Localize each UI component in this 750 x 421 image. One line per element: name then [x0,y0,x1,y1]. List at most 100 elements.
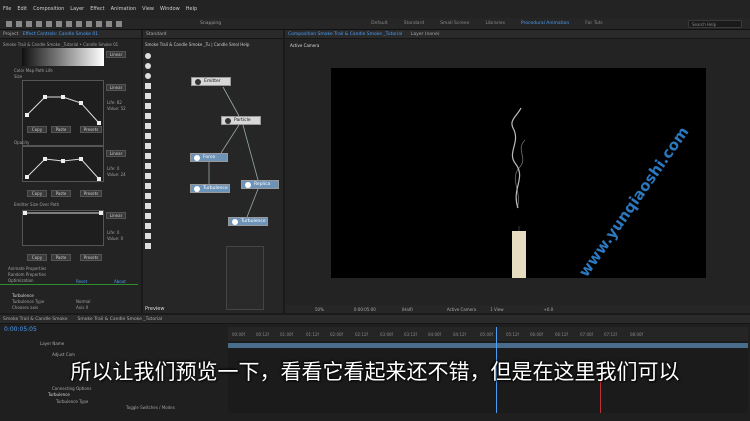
node-turbulence-1[interactable]: Turbulence [190,184,230,193]
work-area-bar[interactable] [228,343,748,348]
menu-window[interactable]: Window [160,6,180,12]
menu-effect[interactable]: Effect [90,6,104,12]
tab-project[interactable]: Project [3,32,18,37]
size-curve [25,95,101,125]
opacity-life: Life: 0 [107,166,120,171]
menu-edit[interactable]: Edit [17,6,27,12]
effect-reset[interactable]: Reset [76,279,87,284]
camera-select[interactable]: Active Camera [447,307,476,312]
layer-connecting-options[interactable]: Connecting Options [52,386,91,391]
node-particle[interactable]: Particle [221,116,261,125]
tab-composition[interactable]: Composition Smoke Trail & Candle Smoke _… [288,32,402,37]
workspace-small-screen[interactable]: Small Screen [440,21,469,26]
node-emitter[interactable]: Emitter [191,77,231,86]
menu-layer[interactable]: Layer [70,6,84,12]
opacity-paste-button[interactable]: Paste [51,190,71,197]
prop-axis: Chooses axis [12,305,39,310]
menu-view[interactable]: View [142,6,154,12]
prop-turbulence-type-value[interactable]: Normal [76,299,90,304]
section-opacity[interactable]: Opacity [14,140,29,145]
tick-12: 06:00f [530,332,543,337]
size-mode-button[interactable]: Linear [106,84,126,91]
preview-label[interactable]: Preview [145,306,164,312]
layer-thumbnail [226,246,264,310]
tick-6: 03:00f [380,332,393,337]
workspace-standard[interactable]: Standard [404,21,424,26]
search-help-input[interactable]: Search Help [688,20,742,28]
opacity-copy-button[interactable]: Copy [27,190,47,197]
animate-properties[interactable]: Animate Properties [8,266,46,271]
tick-9: 04:12f [453,332,466,337]
optimization[interactable]: Optimization [8,278,34,283]
node-force[interactable]: Force [190,153,228,162]
menu-composition[interactable]: Composition [33,6,64,12]
tick-11: 05:12f [506,332,519,337]
size-graph[interactable] [22,80,104,146]
tab-layer[interactable]: Layer (none) [411,32,440,37]
emitter-paste-button[interactable]: Paste [51,254,71,261]
zoom-select[interactable]: 50% [315,307,324,312]
candle-body [512,231,526,279]
effect-about[interactable]: About [114,279,126,284]
opacity-graph[interactable] [22,146,104,182]
section-emitter-size[interactable]: Emitter Size Over Path [14,202,59,207]
color-gradient[interactable] [22,48,104,66]
emitter-life: Life: 0 [107,230,120,235]
section-size[interactable]: Size [14,74,22,79]
tick-3: 01:12f [306,332,319,337]
size-paste-button[interactable]: Paste [51,126,71,133]
opacity-curve [25,157,101,181]
size-presets-button[interactable]: Presets [80,126,102,133]
emitter-presets-button[interactable]: Presets [80,254,102,261]
menu-file[interactable]: File [3,6,11,12]
node-turbulence-1-label: Turbulence [203,186,228,191]
snapping-toggle[interactable]: Snapping [200,21,221,26]
effect-name[interactable]: Turbulence [12,293,34,298]
random-properties[interactable]: Random Properties [8,272,46,277]
opacity-presets-button[interactable]: Presets [80,190,102,197]
subtitle: 所以让我们预览一下，看看它看起来还不错，但是在这里我们可以 [70,360,680,384]
section-color-map[interactable]: Color Map Path Life [14,68,53,73]
prop-axis-value[interactable]: Axis X [76,305,88,310]
node-turbulence-2[interactable]: Turbulence [228,217,268,226]
composition-footer: 50% 0:00:05:00 (Half) Active Camera 1 Vi… [285,305,750,313]
menu-help[interactable]: Help [186,6,197,12]
emitter-graph[interactable] [22,210,104,246]
emitter-icon [195,79,201,85]
tick-14: 07:00f [580,332,593,337]
layer-turbulence[interactable]: Turbulence [48,392,70,397]
tab-timeline-2[interactable]: Smoke Trail & Candle Smoke _Tutorial [77,317,162,322]
composition-panel: Composition Smoke Trail & Candle Smoke _… [285,30,750,313]
emitter-mode-button[interactable]: Linear [106,212,126,219]
turbulence-icon [194,186,200,192]
gradient-mode-button[interactable]: Linear [106,51,126,58]
replica-icon [245,182,251,188]
tool-icons[interactable] [4,20,194,28]
workspace-libraries[interactable]: Libraries [485,21,504,26]
opacity-mode-button[interactable]: Linear [106,150,126,157]
layer-col-header: Layer Name [40,341,65,346]
menu-bar: File Edit Composition Layer Effect Anima… [0,0,750,18]
menu-animation[interactable]: Animation [111,6,137,12]
tools-group [0,20,200,28]
toggle-switches-modes[interactable]: Toggle Switches / Modes [126,405,175,410]
layer-turbulence-type[interactable]: Turbulence Type [56,399,88,404]
size-copy-button[interactable]: Copy [27,126,47,133]
timeline-tabs: Smoke Trail & Candle Smoke Smoke Trail &… [0,315,750,324]
effect-controls-panel: Project Effect Controls: Candle Smoke 01… [0,30,141,313]
timeline-timecode[interactable]: 0:00:05:05 [4,326,37,333]
node-connections [208,86,259,218]
node-editor-panel: Standard Smoke Trail & Candle Smoke _Tu … [143,30,283,313]
resolution-select[interactable]: (Half) [402,307,413,312]
workspace-procedural-animation[interactable]: Procedural Animation [521,21,569,26]
current-time[interactable]: 0:00:05:00 [354,307,376,312]
tab-timeline-1[interactable]: Smoke Trail & Candle Smoke [3,317,67,322]
view-layout-select[interactable]: 1 View [490,307,503,312]
exposure-offset[interactable]: +0.0 [544,307,554,312]
emitter-copy-button[interactable]: Copy [27,254,47,261]
node-emitter-label: Emitter [204,79,221,84]
workspace-default[interactable]: Default [371,21,387,26]
tab-effect-controls[interactable]: Effect Controls: Candle Smoke 01 [23,32,98,37]
workspace-for-tuts[interactable]: For Tuts [585,21,603,26]
node-replica[interactable]: Replica [241,180,279,189]
